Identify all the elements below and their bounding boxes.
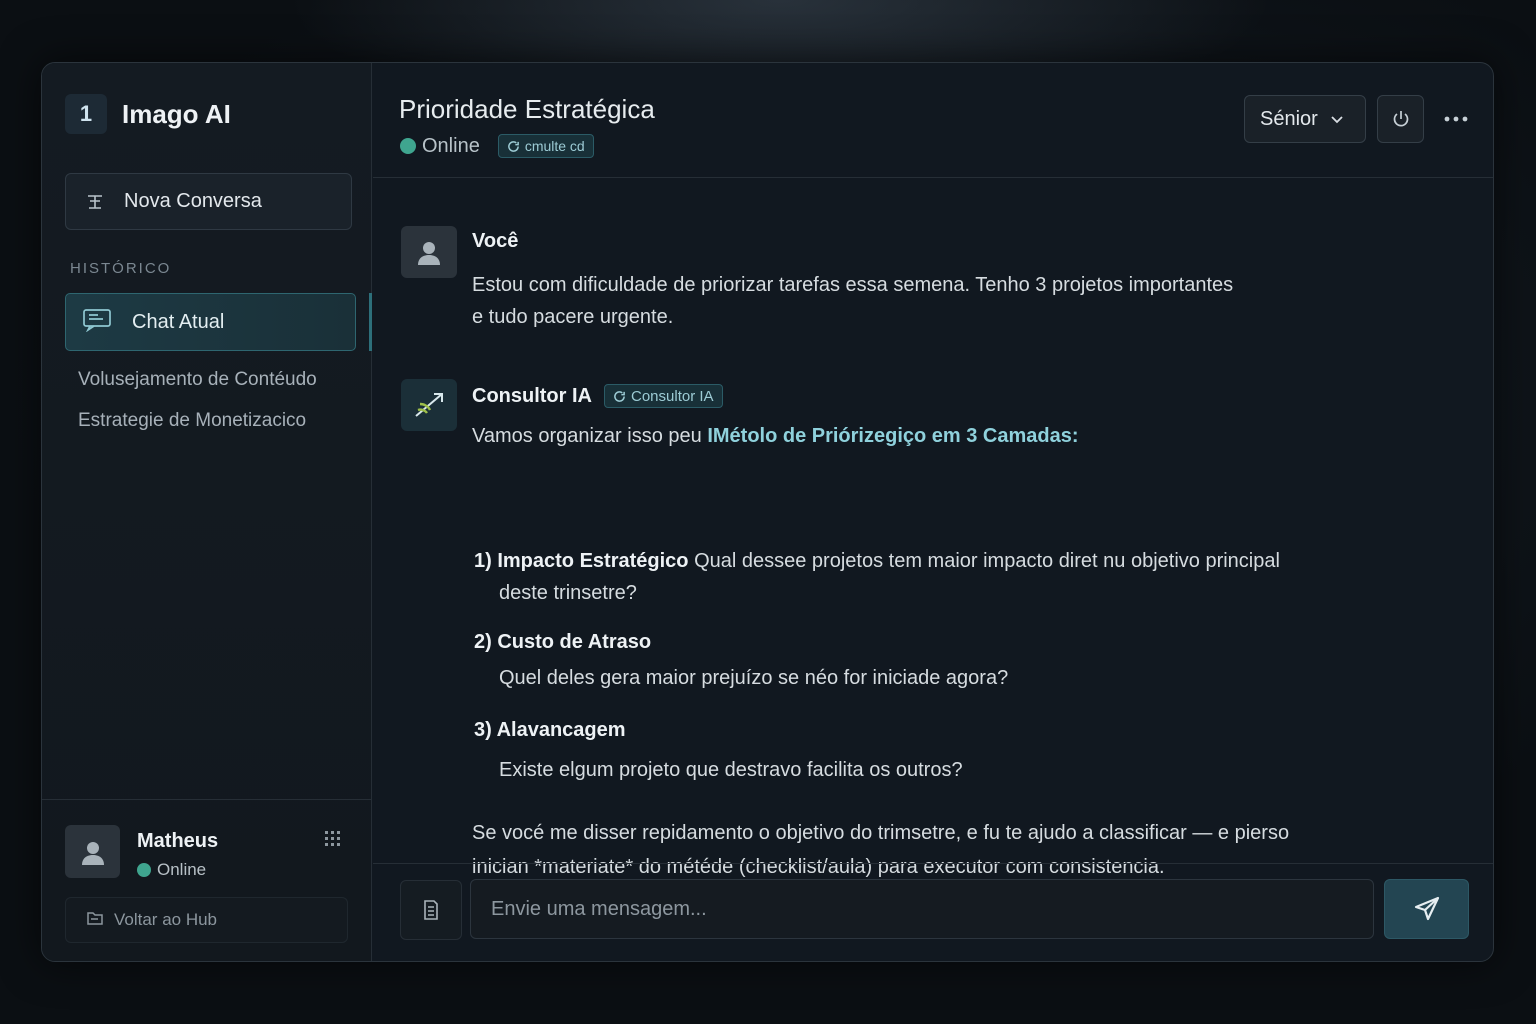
intro-text: Vamos organizar isso peu: [472, 425, 708, 447]
message-input[interactable]: [470, 879, 1374, 939]
user-avatar[interactable]: [65, 825, 120, 878]
brand-badge: 1: [65, 94, 107, 134]
power-icon: [1393, 111, 1408, 127]
grid-icon[interactable]: [324, 830, 342, 853]
user-icon: [81, 841, 104, 865]
send-icon: [1414, 896, 1439, 921]
step-desc: Quel deles gera maior prejuízo se néo fo…: [499, 667, 1009, 689]
step-desc-continued: deste trinsetre?: [499, 582, 637, 604]
chat-main: Prioridade Estratégica Online cmulte cd …: [373, 63, 1493, 961]
folder-back-icon: [86, 909, 104, 932]
active-indicator: [369, 293, 372, 351]
online-dot: [400, 138, 416, 154]
chat-header: Prioridade Estratégica Online cmulte cd …: [373, 63, 1493, 178]
user-message-text: Estou com dificuldade de priorizar taref…: [472, 269, 1322, 333]
level-select-value: Sénior: [1260, 107, 1318, 130]
back-to-hub-label: Voltar ao Hub: [114, 910, 218, 929]
user-status-text: Online: [157, 860, 207, 879]
brand: 1 Imago AI: [65, 94, 231, 134]
more-icon: [1444, 116, 1468, 122]
ai-message-intro: Vamos organizar isso peu IMétolo de Prió…: [472, 425, 1079, 448]
status-pill-label: cmulte cd: [524, 138, 585, 154]
step-title: 2) Custo de Atraso: [474, 631, 652, 653]
ai-badge-label: Consultor IA: [631, 387, 714, 405]
back-to-hub-button[interactable]: Voltar ao Hub: [65, 897, 348, 943]
sidebar: 1 Imago AI Nova Conversa HISTÓRICO Chat …: [42, 63, 372, 961]
user-message-avatar: [401, 226, 457, 278]
closing-line: Se vocé me disser repidamento o objetivo…: [472, 822, 1290, 844]
level-select[interactable]: Sénior: [1244, 95, 1366, 143]
user-message-line: e tudo pacere urgente.: [472, 306, 674, 328]
power-button[interactable]: [1377, 95, 1424, 143]
step-desc: Qual dessee projetos tem maior impacto d…: [694, 550, 1280, 572]
sidebar-item-label: Chat Atual: [132, 310, 225, 333]
history-item[interactable]: Estrategie de Monetizacico: [78, 410, 306, 432]
new-chat-button[interactable]: Nova Conversa: [65, 173, 352, 230]
refresh-icon: [613, 390, 626, 403]
step-desc: Existe elgum projeto que destravo facili…: [499, 759, 963, 781]
chat-status: Online cmulte cd: [400, 134, 594, 158]
step-title: 1) Impacto Estratégico: [474, 550, 689, 572]
ai-message-author: Consultor IA: [472, 384, 592, 407]
step-title: 3) Alavancagem: [474, 719, 626, 741]
sidebar-footer: Matheus Online Voltar ao Hub: [42, 799, 372, 961]
message-composer: [373, 863, 1493, 961]
ai-message-author-row: Consultor IA Consultor IA: [472, 384, 723, 408]
document-icon: [424, 900, 438, 920]
chat-icon: [82, 308, 112, 337]
user-message-author: Você: [472, 230, 519, 252]
chevron-down-icon: [1330, 112, 1344, 126]
chat-status-text: Online: [422, 134, 480, 157]
more-options-button[interactable]: [1440, 103, 1472, 135]
app-window: 1 Imago AI Nova Conversa HISTÓRICO Chat …: [41, 62, 1494, 962]
chat-title: Prioridade Estratégica: [399, 94, 655, 124]
user-icon: [418, 242, 440, 265]
user-name: Matheus: [137, 830, 219, 852]
attach-button[interactable]: [400, 880, 462, 940]
rocket-arrow-icon: [415, 393, 443, 417]
history-section-label: HISTÓRICO: [70, 260, 172, 277]
status-pill: cmulte cd: [497, 134, 594, 158]
step-item: 3) Alavancagem Existe elgum projeto que …: [474, 714, 1354, 786]
brand-name: Imago AI: [122, 98, 231, 129]
sidebar-item-chat-atual[interactable]: Chat Atual: [65, 293, 356, 351]
ai-badge: Consultor IA: [604, 384, 723, 408]
history-item[interactable]: Volusejamento de Contéudo: [78, 369, 317, 391]
ai-message-avatar: [401, 379, 457, 431]
send-button[interactable]: [1384, 879, 1469, 939]
step-item: 1) Impacto Estratégico Qual dessee proje…: [474, 545, 1354, 609]
intro-highlight: IMétolo de Priórizegiço em 3 Camadas:: [707, 425, 1079, 447]
user-message-line: Estou com dificuldade de priorizar taref…: [472, 274, 1234, 296]
new-chat-icon: [84, 191, 106, 213]
step-item: 2) Custo de Atraso Quel deles gera maior…: [474, 626, 1354, 694]
online-dot: [137, 863, 151, 877]
message-list: Você Estou com dificuldade de priorizar …: [373, 179, 1493, 878]
refresh-icon: [507, 140, 520, 153]
new-chat-label: Nova Conversa: [124, 190, 262, 212]
user-status: Online: [137, 860, 206, 880]
